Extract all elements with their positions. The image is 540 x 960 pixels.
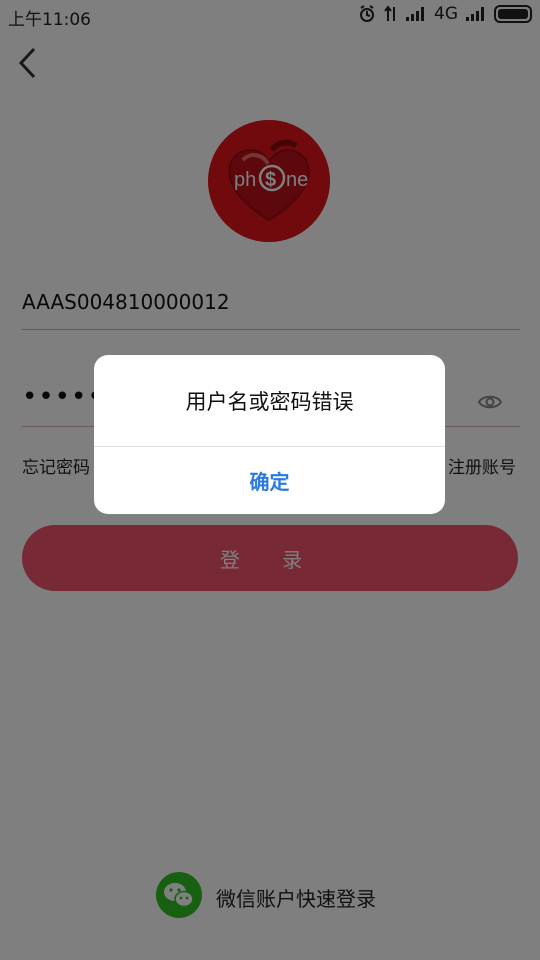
login-screen: 上午11:06 4G (0, 0, 540, 960)
dialog-message: 用户名或密码错误 (185, 389, 354, 414)
dialog-confirm-button[interactable]: 确定 (94, 447, 445, 514)
error-dialog: 用户名或密码错误 确定 (94, 355, 445, 514)
